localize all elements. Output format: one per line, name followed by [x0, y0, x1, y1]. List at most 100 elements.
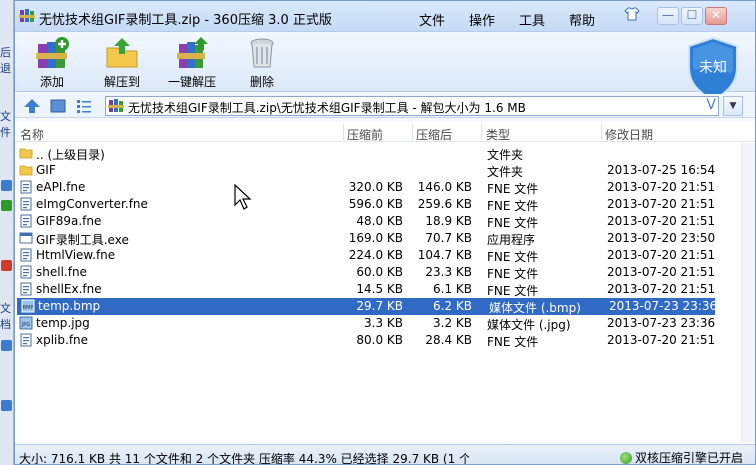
- file-packed-size: 6.1 KB: [433, 282, 472, 296]
- file-size: 320.0 KB: [348, 180, 403, 194]
- background-icon: [1, 400, 12, 411]
- file-packed-size: 18.9 KB: [425, 214, 472, 228]
- column-packed[interactable]: 压缩后: [416, 126, 452, 143]
- one-click-extract-label: 一键解压: [167, 75, 216, 89]
- file-name: HtmlView.fne: [36, 248, 116, 262]
- extract-to-folder-icon: [106, 38, 138, 68]
- file-type: FNE 文件: [487, 216, 539, 230]
- file-date: 2013-07-20 21:51: [607, 282, 716, 296]
- add-button[interactable]: 添加: [17, 34, 87, 90]
- archive-window: 无忧技术组GIF录制工具.zip - 360压缩 3.0 正式版 文件 操作 工…: [14, 0, 756, 465]
- file-size: 60.0 KB: [356, 265, 403, 279]
- menu-file[interactable]: 文件: [419, 10, 445, 29]
- archive-icon: [108, 99, 124, 112]
- background-text: 文件: [0, 110, 11, 139]
- column-separator[interactable]: [481, 124, 482, 140]
- address-v-button[interactable]: V: [706, 97, 716, 113]
- chevron-down-icon: ▼: [729, 101, 737, 111]
- file-type: FNE 文件: [487, 199, 539, 213]
- mouse-cursor-icon: [234, 184, 252, 210]
- list-view-icon[interactable]: [75, 98, 93, 114]
- minimize-icon: —: [662, 8, 674, 22]
- file-type: FNE 文件: [487, 335, 539, 349]
- address-dropdown-button[interactable]: ▼: [723, 96, 743, 116]
- file-type: FNE 文件: [487, 182, 539, 196]
- large-icon-view-icon[interactable]: [49, 98, 67, 114]
- file-packed-size: 259.6 KB: [417, 197, 472, 211]
- file-date: 2013-07-20 21:51: [607, 333, 716, 347]
- background-desktop-strip: 后退 文件 文档: [0, 0, 14, 465]
- file-size: 80.0 KB: [356, 333, 403, 347]
- file-row[interactable]: eAPI.fne 320.0 KB 146.0 KB FNE 文件 2013-07-20…: [15, 179, 715, 196]
- background-icon: [1, 180, 12, 191]
- file-name: eImgConverter.fne: [36, 197, 148, 211]
- skin-button[interactable]: [621, 7, 643, 25]
- column-date[interactable]: 修改日期: [605, 126, 653, 143]
- file-packed-size: 28.4 KB: [425, 333, 472, 347]
- file-size: 169.0 KB: [348, 231, 403, 245]
- trash-can-icon: [250, 38, 274, 68]
- engine-status[interactable]: 双核压缩引擎已开启: [619, 449, 743, 465]
- engine-status-label: 双核压缩引擎已开启: [634, 451, 743, 465]
- file-row[interactable]: xplib.fne 80.0 KB 28.4 KB FNE 文件 2013-07-20 …: [15, 332, 715, 349]
- file-name: GIF录制工具.exe: [36, 233, 129, 247]
- file-type: FNE 文件: [487, 267, 539, 281]
- column-size[interactable]: 压缩前: [347, 126, 383, 143]
- file-packed-size: 146.0 KB: [417, 180, 472, 194]
- file-row[interactable]: HtmlView.fne 224.0 KB 104.7 KB FNE 文件 2013-0…: [15, 247, 715, 264]
- one-click-extract-button[interactable]: 一键解压: [157, 34, 227, 90]
- menu-tools[interactable]: 工具: [519, 10, 545, 29]
- column-type[interactable]: 类型: [486, 126, 510, 143]
- minimize-button[interactable]: —: [657, 7, 679, 25]
- delete-button[interactable]: 删除: [227, 34, 297, 90]
- file-date: 2013-07-20 21:51: [607, 214, 716, 228]
- exe-file-icon: [19, 231, 33, 245]
- title-bar[interactable]: 无忧技术组GIF录制工具.zip - 360压缩 3.0 正式版 文件 操作 工…: [15, 1, 755, 32]
- file-size: 29.7 KB: [356, 299, 403, 313]
- file-size: 48.0 KB: [356, 214, 403, 228]
- column-separator[interactable]: [601, 124, 602, 140]
- menu-operation[interactable]: 操作: [469, 10, 495, 29]
- fne-file-icon: [19, 248, 33, 262]
- file-type: 文件夹: [487, 165, 524, 179]
- close-button[interactable]: ✕: [705, 7, 727, 25]
- file-row[interactable]: shellEx.fne 14.5 KB 6.1 KB FNE 文件 2013-07-20…: [15, 281, 715, 298]
- jpg-file-icon: JPG: [19, 316, 33, 330]
- file-row[interactable]: eImgConverter.fne 596.0 KB 259.6 KB FNE 文件 2…: [15, 196, 715, 213]
- file-row[interactable]: BMP temp.bmp 29.7 KB 6.2 KB 媒体文件 (.bmp) 2013-…: [17, 298, 717, 315]
- window-title: 无忧技术组GIF录制工具.zip - 360压缩 3.0 正式版: [39, 13, 332, 28]
- file-row[interactable]: GIF 文件夹 2013-07-25 16:54: [15, 162, 715, 179]
- background-text: 文档: [0, 302, 11, 331]
- background-text: 后退: [0, 46, 11, 75]
- file-packed-size: 23.3 KB: [425, 265, 472, 279]
- column-separator[interactable]: [343, 124, 344, 140]
- file-list-header: 名称 压缩前 压缩后 类型 修改日期: [15, 122, 755, 142]
- vertical-scrollbar[interactable]: [741, 143, 755, 442]
- column-separator[interactable]: [412, 124, 413, 140]
- file-row[interactable]: shell.fne 60.0 KB 23.3 KB FNE 文件 2013-07-20 …: [15, 264, 715, 281]
- file-row[interactable]: GIF录制工具.exe 169.0 KB 70.7 KB 应用程序 2013-07-20…: [15, 230, 715, 247]
- file-date: 2013-07-25 16:54: [607, 163, 716, 177]
- file-type: FNE 文件: [487, 284, 539, 298]
- file-row[interactable]: .. (上级目录) 文件夹: [15, 145, 715, 162]
- maximize-button[interactable]: ☐: [681, 7, 703, 25]
- file-date: 2013-07-20 21:51: [607, 180, 716, 194]
- extract-to-button[interactable]: 解压到: [87, 34, 157, 90]
- one-click-extract-icon: [177, 37, 208, 68]
- close-icon: ✕: [710, 8, 722, 22]
- security-badge[interactable]: 未知: [685, 36, 741, 102]
- file-packed-size: 3.2 KB: [433, 316, 472, 330]
- file-size: 14.5 KB: [356, 282, 403, 296]
- file-date: 2013-07-20 21:51: [607, 197, 716, 211]
- address-field[interactable]: 无忧技术组GIF录制工具.zip\无忧技术组GIF录制工具 - 解包大小为 1.…: [105, 96, 719, 116]
- file-row[interactable]: JPG temp.jpg 3.3 KB 3.2 KB 媒体文件 (.jpg) 2013-0…: [15, 315, 715, 332]
- up-arrow-icon[interactable]: [23, 98, 41, 114]
- file-packed-size: 104.7 KB: [417, 248, 472, 262]
- address-bar: 无忧技术组GIF录制工具.zip\无忧技术组GIF录制工具 - 解包大小为 1.…: [15, 94, 755, 118]
- menu-help[interactable]: 帮助: [569, 10, 595, 29]
- winrar-books-icon: [19, 9, 35, 22]
- file-row[interactable]: GIF89a.fne 48.0 KB 18.9 KB FNE 文件 2013-07-20…: [15, 213, 715, 230]
- column-name[interactable]: 名称: [20, 126, 44, 143]
- file-date: 2013-07-20 21:51: [607, 248, 716, 262]
- file-list: 名称 压缩前 压缩后 类型 修改日期 .. (上级目录) 文件夹 GIF 文件夹 201…: [15, 122, 755, 442]
